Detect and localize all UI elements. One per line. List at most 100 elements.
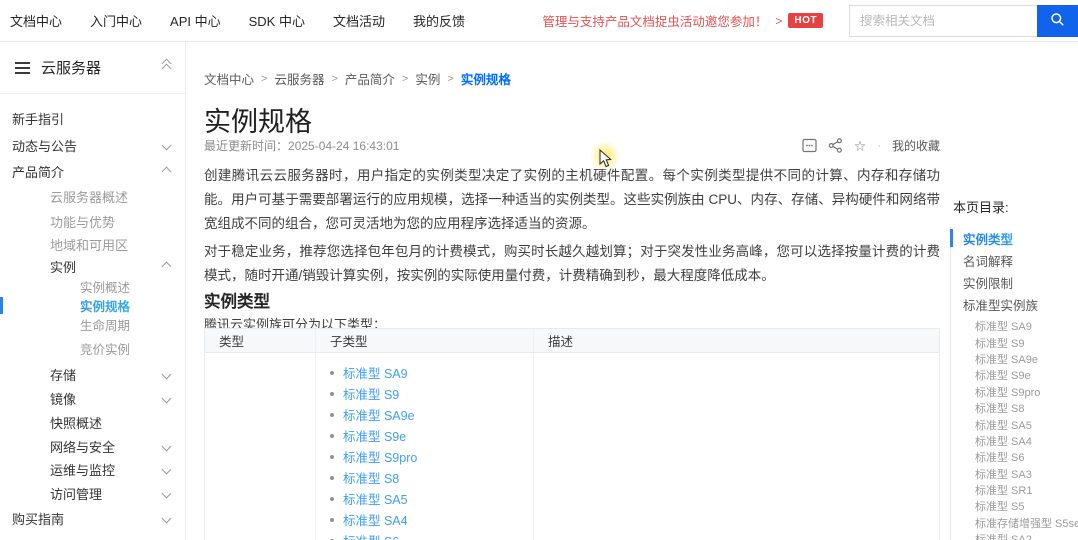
toc-item-standard-sa4[interactable]: 标准型 SA4 (951, 433, 1078, 449)
toc-item-standard-s8[interactable]: 标准型 S8 (951, 400, 1078, 416)
toc-item-standard-s9[interactable]: 标准型 S9 (951, 334, 1078, 350)
collapse-all-icon[interactable] (163, 63, 170, 73)
breadcrumb-instances[interactable]: 实例 (415, 69, 440, 88)
breadcrumb-separator: > (331, 73, 337, 85)
bullet-icon (330, 434, 334, 438)
nav-doc-center[interactable]: 文档中心 (10, 11, 62, 30)
toc-item-storage-enhanced-s5se[interactable]: 标准存储增强型 S5se (951, 515, 1078, 531)
bullet-icon (330, 413, 334, 417)
list-item: 标准型 S9e (330, 425, 533, 446)
link-standard-s9e[interactable]: 标准型 S9e (343, 426, 406, 445)
sidebar-item-spot-instances[interactable]: 竞价实例 (0, 334, 185, 362)
breadcrumb-product-intro[interactable]: 产品简介 (345, 69, 395, 88)
table-row: 标准型 SA9 标准型 S9 标准型 SA9e 标准型 S9e 标准型 S9pr… (205, 353, 939, 540)
chevron-down-icon (162, 441, 172, 451)
breadcrumb-docs-home[interactable]: 文档中心 (204, 69, 254, 88)
table-cell-description (534, 353, 939, 540)
search-icon (1050, 12, 1065, 30)
link-standard-sa9[interactable]: 标准型 SA9 (343, 363, 408, 382)
list-item: 标准型 SA4 (330, 509, 533, 530)
toc-title: 本页目录: (953, 197, 1009, 216)
bullet-icon (330, 371, 334, 375)
doc-feedback-icon[interactable] (802, 138, 817, 153)
toc-item-standard-s5[interactable]: 标准型 S5 (951, 498, 1078, 514)
toc-item-standard-sa9e[interactable]: 标准型 SA9e (951, 351, 1078, 367)
sidebar-item-label: 竞价实例 (80, 339, 130, 358)
sidebar-item-purchase-guide[interactable]: 购买指南 (0, 506, 185, 531)
toc-item-standard-s9pro[interactable]: 标准型 S9pro (951, 384, 1078, 400)
link-standard-sa9e[interactable]: 标准型 SA9e (343, 405, 415, 424)
sidebar-item-label: 生命周期 (80, 315, 130, 334)
toc-item-standard-sa2[interactable]: 标准型 SA2 (951, 531, 1078, 540)
toc-item-instance-types[interactable]: 实例类型 (951, 227, 1078, 249)
nav-api-center[interactable]: API 中心 (170, 11, 221, 30)
list-item: 标准型 S9pro (330, 446, 533, 467)
sidebar-item-snapshot-overview[interactable]: 快照概述 (0, 410, 185, 434)
chevron-down-icon (162, 489, 172, 499)
intro-paragraph-1: 创建腾讯云云服务器时，用户指定的实例类型决定了实例的主机硬件配置。每个实例类型提… (204, 164, 940, 236)
chevron-up-icon (162, 167, 172, 177)
nav-doc-activity[interactable]: 文档活动 (333, 11, 385, 30)
sidebar-item-instance-specs[interactable]: 实例规格 (0, 296, 185, 315)
subtype-link-list: 标准型 SA9 标准型 S9 标准型 SA9e 标准型 S9e 标准型 S9pr… (316, 353, 533, 540)
sidebar-item-getting-started[interactable]: 新手指引 (0, 104, 185, 132)
share-icon[interactable] (828, 138, 843, 153)
search-button[interactable] (1037, 5, 1078, 37)
sidebar-item-images[interactable]: 镜像 (0, 386, 185, 410)
toc-item-standard-sa3[interactable]: 标准型 SA3 (951, 466, 1078, 482)
sidebar-item-announcements[interactable]: 动态与公告 (0, 132, 185, 159)
sidebar-item-label: 动态与公告 (12, 136, 77, 155)
link-standard-sa4[interactable]: 标准型 SA4 (343, 510, 408, 529)
sidebar-item-regions-zones[interactable]: 地域和可用区 (0, 234, 185, 255)
sidebar-item-access-management[interactable]: 访问管理 (0, 481, 185, 506)
sidebar: 云服务器 新手指引 动态与公告 产品简介 云服务器概述 功能与优势 地域和可用区… (0, 42, 186, 540)
sidebar-item-instances[interactable]: 实例 (0, 255, 185, 277)
sidebar-item-label: 云服务器概述 (50, 187, 128, 206)
sidebar-item-product-intro[interactable]: 产品简介 (0, 159, 185, 184)
list-item: 标准型 S6 (330, 530, 533, 540)
sidebar-item-cvm-overview[interactable]: 云服务器概述 (0, 184, 185, 209)
search-input[interactable] (849, 5, 1037, 37)
sidebar-product-title: 云服务器 (41, 57, 101, 78)
chevron-down-icon (162, 393, 172, 403)
chevron-down-icon (162, 514, 172, 524)
last-updated-label: 最近更新时间： (204, 139, 288, 153)
link-standard-s9pro[interactable]: 标准型 S9pro (343, 447, 417, 466)
last-updated: 最近更新时间：2025-04-24 16:43:01 (204, 137, 399, 154)
breadcrumb-separator: > (447, 73, 453, 85)
list-item: 标准型 SA9 (330, 362, 533, 383)
toc-item-instance-limits[interactable]: 实例限制 (951, 271, 1078, 293)
toc-item-standard-s9e[interactable]: 标准型 S9e (951, 367, 1078, 383)
breadcrumb: 文档中心 > 云服务器 > 产品简介 > 实例 > 实例规格 (204, 69, 511, 88)
link-standard-s6[interactable]: 标准型 S6 (343, 531, 399, 540)
sidebar-item-instance-overview[interactable]: 实例概述 (0, 277, 185, 296)
sidebar-item-ops-monitoring[interactable]: 运维与监控 (0, 458, 185, 481)
promo-notice-link[interactable]: 管理与支持产品文档捉虫活动邀您参加！ (542, 11, 767, 30)
menu-hamburger-icon[interactable] (15, 59, 30, 77)
sidebar-item-label: 镜像 (50, 389, 76, 408)
link-standard-s8[interactable]: 标准型 S8 (343, 468, 399, 487)
toc-item-standard-sa5[interactable]: 标准型 SA5 (951, 416, 1078, 432)
toc-item-standard-s6[interactable]: 标准型 S6 (951, 449, 1078, 465)
table-header-row: 类型 子类型 描述 (205, 329, 939, 353)
sidebar-item-lifecycle[interactable]: 生命周期 (0, 315, 185, 334)
link-standard-s9[interactable]: 标准型 S9 (343, 384, 399, 403)
nav-my-feedback[interactable]: 我的反馈 (413, 11, 465, 30)
sidebar-item-network-security[interactable]: 网络与安全 (0, 434, 185, 458)
sidebar-item-features[interactable]: 功能与优势 (0, 209, 185, 234)
toc-item-glossary[interactable]: 名词解释 (951, 249, 1078, 271)
sidebar-item-storage[interactable]: 存储 (0, 362, 185, 386)
nav-getting-started-center[interactable]: 入门中心 (90, 11, 142, 30)
nav-sdk-center[interactable]: SDK 中心 (249, 11, 305, 30)
favorite-star-icon[interactable]: ☆ (854, 139, 867, 153)
breadcrumb-separator: > (402, 73, 408, 85)
toc-item-standard-family[interactable]: 标准型实例族 (951, 293, 1078, 315)
toc-item-standard-sr1[interactable]: 标准型 SR1 (951, 482, 1078, 498)
toc-item-standard-sa9[interactable]: 标准型 SA9 (951, 318, 1078, 334)
my-favorites-link[interactable]: 我的收藏 (892, 137, 940, 154)
link-standard-sa5[interactable]: 标准型 SA5 (343, 489, 408, 508)
breadcrumb-cvm[interactable]: 云服务器 (274, 69, 324, 88)
sidebar-item-label: 实例概述 (80, 277, 130, 296)
bullet-icon (330, 518, 334, 522)
toc-list: 实例类型 名词解释 实例限制 标准型实例族 标准型 SA9 标准型 S9 标准型… (950, 227, 1078, 540)
